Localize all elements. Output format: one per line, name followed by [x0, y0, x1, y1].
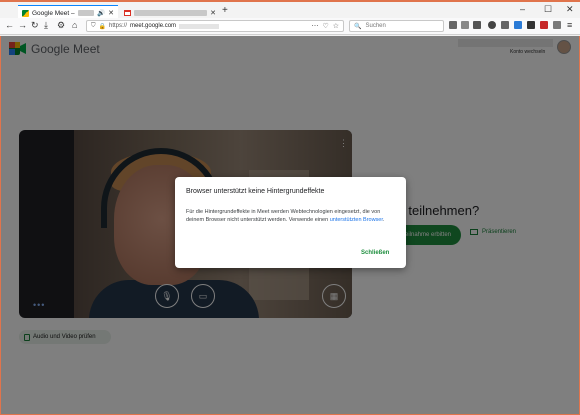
extension-icon[interactable]	[488, 21, 496, 29]
extension-puzzle-icon[interactable]	[553, 21, 561, 29]
search-icon: 🔍	[354, 23, 362, 30]
reader-icon[interactable]	[473, 21, 481, 29]
dialog-body-end: .	[382, 217, 385, 223]
gmail-favicon-icon	[124, 9, 131, 16]
bookmark-star-icon[interactable]: ☆	[333, 22, 339, 30]
maximize-button[interactable]: ☐	[544, 4, 552, 15]
tab-title: Google Meet –	[32, 9, 75, 17]
settings-icon[interactable]: ⚙	[57, 20, 65, 31]
url-host: meet.google.com	[130, 23, 177, 29]
redacted-text	[77, 10, 95, 16]
redacted-tab-title	[134, 9, 208, 16]
close-dialog-button[interactable]: Schließen	[361, 250, 389, 256]
library-icon[interactable]	[449, 21, 457, 29]
extension-grid-icon[interactable]	[527, 21, 535, 29]
sidebar-icon[interactable]	[461, 21, 469, 29]
back-icon[interactable]: ←	[5, 20, 14, 30]
url-scheme: https://	[109, 23, 128, 29]
supported-browsers-link[interactable]: unterstützten Browser	[330, 217, 383, 223]
lock-icon[interactable]: 🔒	[99, 23, 106, 30]
shield-icon[interactable]: ⛉	[91, 23, 96, 30]
google-meet-favicon-icon	[22, 9, 29, 17]
window-border-left	[0, 36, 1, 415]
menu-icon[interactable]: ≡	[567, 20, 572, 30]
background-effects-dialog: Browser unterstützt keine Hintergrundeff…	[175, 177, 406, 268]
forward-icon[interactable]: →	[18, 20, 27, 30]
pocket-icon[interactable]: ♡	[322, 22, 328, 30]
close-tab-icon[interactable]: ✕	[210, 9, 216, 17]
close-tab-icon[interactable]: ✕	[108, 9, 114, 17]
extension-s-icon[interactable]	[514, 21, 522, 29]
download-icon[interactable]: ⤓	[44, 20, 48, 31]
reload-icon[interactable]: ↻	[31, 20, 39, 31]
home-icon[interactable]: ⌂	[72, 20, 77, 30]
browser-toolbar: ← → ↻ ⤓ ⚙ ⌂ ⛉ 🔒 https://meet.google.com …	[0, 18, 580, 35]
meet-page: Google Meet Konto wechseln ⋮ ••• 🎙 ▭ ▦ A…	[0, 36, 580, 415]
close-window-button[interactable]: ✕	[566, 4, 574, 15]
new-tab-button[interactable]: +	[222, 5, 228, 16]
dialog-title: Browser unterstützt keine Hintergrundeff…	[186, 188, 325, 195]
ublock-icon[interactable]	[540, 21, 548, 29]
search-input[interactable]: 🔍 Suchen	[349, 20, 444, 32]
speaker-icon[interactable]: 🔊	[97, 9, 105, 17]
more-icon[interactable]: ⋯	[311, 22, 318, 30]
search-placeholder: Suchen	[365, 23, 386, 29]
title-bar: Google Meet – 🔊 ✕ ✕ + – ☐ ✕	[0, 0, 580, 20]
dialog-body: Für die Hintergrundeffekte in Meet werde…	[186, 208, 398, 224]
minimize-button[interactable]: –	[520, 4, 525, 14]
url-bar[interactable]: ⛉ 🔒 https://meet.google.com ⋯ ♡ ☆	[86, 20, 344, 32]
screenshot-icon[interactable]	[501, 21, 509, 29]
redacted-url-path	[179, 23, 220, 29]
